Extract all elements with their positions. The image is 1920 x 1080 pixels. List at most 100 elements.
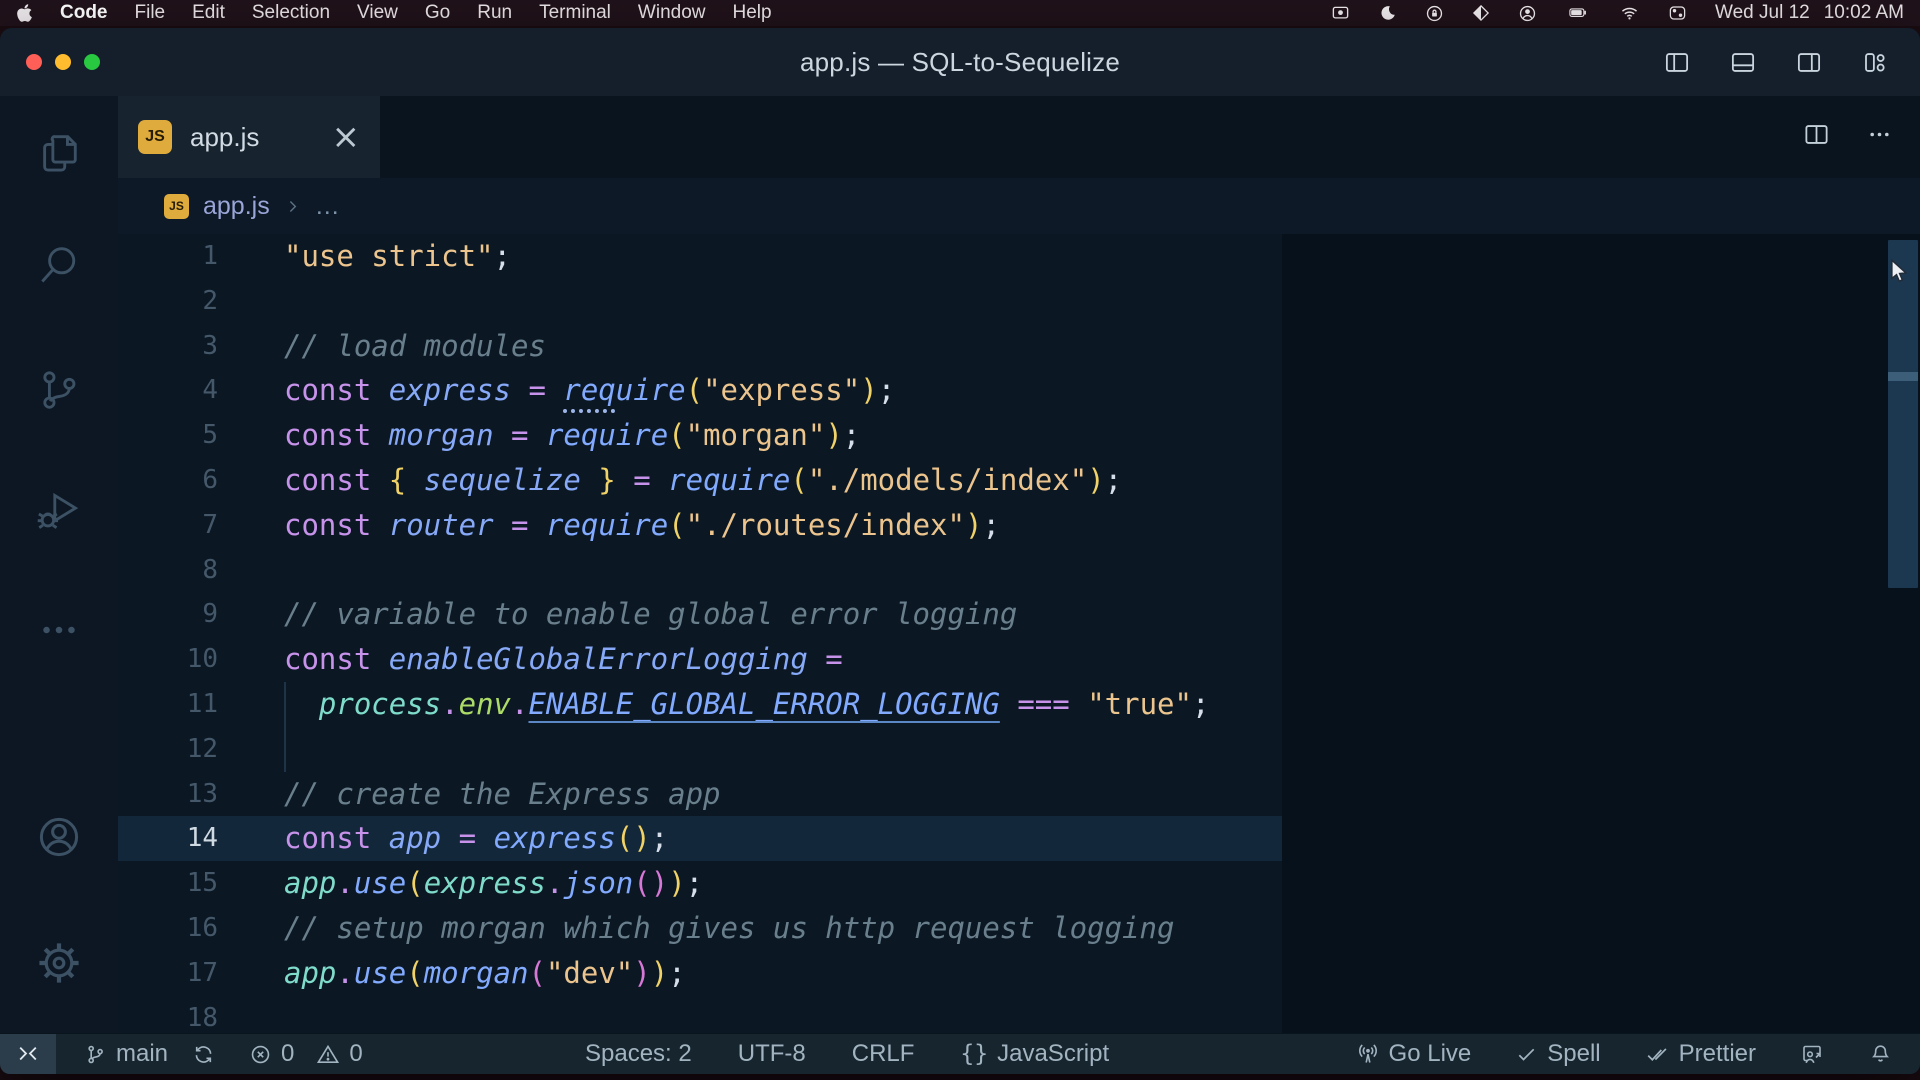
code-line-2[interactable]: 2 (118, 279, 1920, 324)
menu-item-view[interactable]: View (357, 2, 398, 24)
breadcrumb-file[interactable]: app.js (203, 192, 270, 221)
code-text: // variable to enable global error loggi… (218, 592, 1017, 637)
menu-item-help[interactable]: Help (733, 2, 772, 24)
code-line-16[interactable]: 16// setup morgan which gives us http re… (118, 906, 1920, 951)
remote-indicator[interactable] (0, 1034, 56, 1074)
menu-item-go[interactable]: Go (425, 2, 450, 24)
status-bar: main 0 0 Spaces: 2 UTF- (0, 1033, 1920, 1074)
language-status[interactable]: {} JavaScript (960, 1040, 1109, 1068)
line-number: 8 (118, 548, 218, 593)
spell-status[interactable]: Spell (1515, 1040, 1600, 1068)
macos-menu-bar: Code File Edit Selection View Go Run Terminal Wi… (0, 0, 1920, 26)
code-text (218, 727, 284, 772)
indentation-status[interactable]: Spaces: 2 (585, 1040, 692, 1068)
split-editor-icon[interactable] (1802, 121, 1831, 153)
activity-bar (0, 96, 119, 1034)
code-line-7[interactable]: 7const router = require("./routes/index"… (118, 503, 1920, 548)
menu-item-file[interactable]: File (135, 2, 166, 24)
line-number: 15 (118, 861, 218, 906)
dark-mode-icon[interactable] (1379, 4, 1397, 22)
account-icon[interactable] (0, 809, 118, 865)
code-line-5[interactable]: 5const morgan = require("morgan"); (118, 413, 1920, 458)
wifi-icon[interactable] (1619, 4, 1640, 22)
apple-menu-icon[interactable] (16, 3, 33, 23)
branch-icon (84, 1043, 107, 1066)
go-live-status[interactable]: Go Live (1356, 1040, 1472, 1068)
more-editor-actions-icon[interactable] (1865, 121, 1894, 153)
code-line-13[interactable]: 13// create the Express app (118, 772, 1920, 817)
line-number: 5 (118, 413, 218, 458)
battery-icon[interactable] (1565, 4, 1591, 22)
customize-layout-icon[interactable] (1860, 49, 1890, 76)
code-text (218, 279, 284, 324)
encoding-status[interactable]: UTF-8 (738, 1040, 806, 1068)
more-actions-icon[interactable] (0, 602, 118, 658)
user-icon[interactable] (1518, 4, 1537, 23)
notifications-bell-icon[interactable] (1869, 1042, 1892, 1066)
code-line-9[interactable]: 9// variable to enable global error logg… (118, 592, 1920, 637)
window-titlebar[interactable]: app.js — SQL-to-Sequelize (0, 28, 1920, 96)
search-icon[interactable] (0, 237, 118, 293)
menubar-time: 10:02 AM (1824, 2, 1904, 24)
screen-record-icon[interactable] (1330, 4, 1351, 22)
branch-name: main (116, 1040, 168, 1068)
eol-status[interactable]: CRLF (852, 1040, 915, 1068)
breadcrumb: JS app.js … (118, 178, 1920, 234)
line-number: 1 (118, 234, 218, 279)
tab-close-icon[interactable]: × (332, 120, 361, 154)
braces-icon: {} (960, 1041, 988, 1067)
code-text: "use strict"; (218, 234, 511, 279)
feedback-icon[interactable] (1800, 1042, 1825, 1066)
code-line-6[interactable]: 6const { sequelize } = require("./models… (118, 458, 1920, 503)
code-line-1[interactable]: 1"use strict"; (118, 234, 1920, 279)
code-text: const { sequelize } = require("./models/… (218, 458, 1122, 503)
problems-status[interactable]: 0 0 (249, 1040, 363, 1068)
code-editor[interactable]: 1"use strict";23// load modules4const ex… (118, 234, 1920, 1034)
statusbar-right: Go Live Spell Prettier (1356, 1034, 1892, 1074)
editor-pane: JS app.js × JS app.js (118, 96, 1920, 1034)
menu-item-window[interactable]: Window (638, 2, 706, 24)
line-number: 14 (118, 816, 218, 861)
code-line-15[interactable]: 15app.use(express.json()); (118, 861, 1920, 906)
breadcrumb-symbol-more[interactable]: … (315, 192, 342, 221)
editor-scrollbar[interactable] (1888, 240, 1918, 588)
language-name: JavaScript (997, 1040, 1109, 1068)
error-icon (249, 1043, 272, 1066)
toggle-panel-icon[interactable] (1728, 49, 1758, 76)
settings-gear-icon[interactable] (0, 935, 118, 991)
menu-item-code[interactable]: Code (60, 2, 108, 24)
menu-item-selection[interactable]: Selection (252, 2, 330, 24)
source-control-icon[interactable] (0, 362, 118, 418)
explorer-icon[interactable] (0, 125, 118, 181)
tab-appjs[interactable]: JS app.js × (118, 96, 380, 178)
code-line-11[interactable]: 11 process.env.ENABLE_GLOBAL_ERROR_LOGGI… (118, 682, 1920, 727)
sync-icon[interactable] (192, 1043, 215, 1066)
menubar-left: Code File Edit Selection View Go Run Terminal Wi… (16, 2, 772, 24)
menubar-clock[interactable]: Wed Jul 12 10:02 AM (1715, 2, 1904, 24)
control-center-icon[interactable] (1668, 4, 1687, 22)
toggle-primary-sidebar-icon[interactable] (1662, 49, 1692, 76)
display-prism-icon[interactable] (1472, 4, 1490, 22)
code-line-18[interactable]: 18 (118, 996, 1920, 1034)
menu-item-edit[interactable]: Edit (192, 2, 225, 24)
toggle-secondary-sidebar-icon[interactable] (1794, 49, 1824, 76)
code-text: // setup morgan which gives us http requ… (218, 906, 1174, 951)
code-line-17[interactable]: 17app.use(morgan("dev")); (118, 951, 1920, 996)
prettier-label: Prettier (1679, 1040, 1756, 1068)
git-branch-status[interactable]: main (84, 1040, 168, 1068)
code-text: app.use(morgan("dev")); (218, 951, 686, 996)
prettier-status[interactable]: Prettier (1645, 1040, 1756, 1068)
code-line-12[interactable]: 12 (118, 727, 1920, 772)
vpn-lock-icon[interactable] (1425, 4, 1444, 23)
code-line-8[interactable]: 8 (118, 548, 1920, 593)
menu-item-terminal[interactable]: Terminal (539, 2, 611, 24)
code-text (218, 996, 284, 1034)
menubar-status-area: Wed Jul 12 10:02 AM (1330, 2, 1904, 24)
menubar-items: Code File Edit Selection View Go Run Terminal Wi… (60, 2, 772, 24)
code-line-10[interactable]: 10const enableGlobalErrorLogging = (118, 637, 1920, 682)
menu-item-run[interactable]: Run (477, 2, 512, 24)
run-debug-icon[interactable] (0, 482, 118, 538)
code-line-4[interactable]: 4const express = require("express"); (118, 368, 1920, 413)
code-line-3[interactable]: 3// load modules (118, 324, 1920, 369)
code-line-14[interactable]: 14const app = express(); (118, 816, 1920, 861)
